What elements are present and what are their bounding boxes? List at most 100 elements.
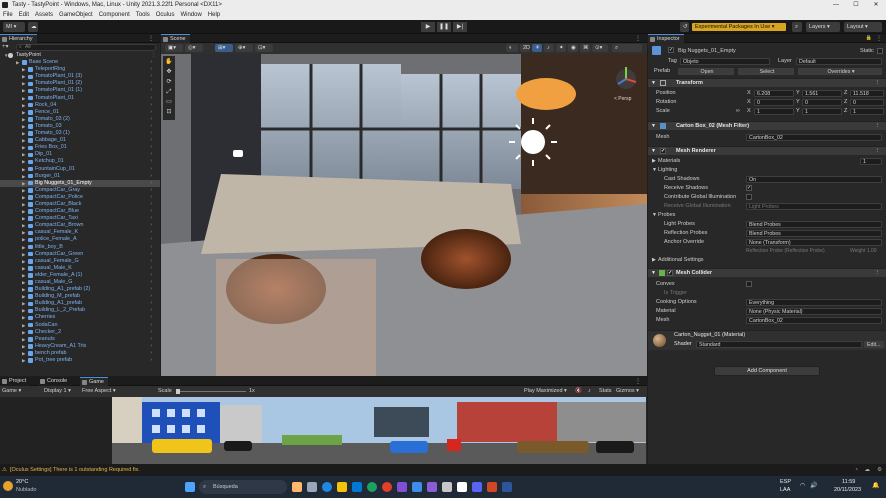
material-section[interactable]: Carton_Nugget_01 (Material) Shader Stand…	[648, 330, 886, 350]
expand-arrow-icon[interactable]: ▶	[22, 244, 25, 251]
mesh-object-field[interactable]: CartonBox_02	[746, 133, 882, 141]
expand-arrow-icon[interactable]: ▶	[22, 343, 25, 350]
lock-icon[interactable]: 🔒	[866, 35, 872, 41]
menu-assets[interactable]: Assets	[35, 10, 53, 20]
hierarchy-item[interactable]: ▶ TeleportRing ›	[0, 66, 160, 73]
expand-arrow-icon[interactable]: ▶	[16, 59, 19, 66]
expand-arrow-icon[interactable]: ▶	[22, 116, 25, 123]
expand-arrow-icon[interactable]: ▶	[22, 137, 25, 144]
pause-button[interactable]: ❚❚	[437, 22, 451, 32]
expand-arrow-icon[interactable]: ▶	[22, 130, 25, 137]
menu-file[interactable]: File	[3, 10, 13, 20]
persp-label[interactable]: < Persp	[614, 96, 632, 102]
expand-arrow-icon[interactable]: ▶	[22, 265, 25, 272]
chevron-right-icon[interactable]: ›	[150, 144, 152, 151]
chevron-right-icon[interactable]: ›	[150, 66, 152, 73]
effects-toggle-icon[interactable]: ✦	[556, 44, 566, 52]
scene-root-row[interactable]: ▼ TastyPoint ⋮	[0, 52, 160, 59]
rotation-z-field[interactable]: 0	[850, 98, 884, 106]
expand-arrow-icon[interactable]: ▶	[22, 293, 25, 300]
chevron-right-icon[interactable]: ›	[150, 130, 152, 137]
chevron-right-icon[interactable]: ›	[150, 95, 152, 102]
draw-mode-dropdown[interactable]: ▣▾	[165, 44, 183, 52]
chevron-right-icon[interactable]: ›	[150, 173, 152, 180]
chevron-right-icon[interactable]: ›	[150, 244, 152, 251]
hierarchy-item[interactable]: ▶ Fence_01 ›	[0, 109, 160, 116]
expand-arrow-icon[interactable]: ▶	[22, 314, 25, 321]
hierarchy-item[interactable]: ▶ CompactCar_Gray ›	[0, 187, 160, 194]
expand-arrow-icon[interactable]: ▶	[22, 80, 25, 87]
position-y-field[interactable]: 1.561	[802, 89, 842, 97]
expand-arrow-icon[interactable]: ▶	[22, 158, 25, 165]
layer-dropdown[interactable]: Default	[796, 57, 882, 65]
collapse-arrow-icon[interactable]: ▼	[652, 166, 657, 174]
camera-settings-icon[interactable]: ⌘	[580, 44, 590, 52]
hierarchy-item[interactable]: ▶ CompactCar_Blue ›	[0, 208, 160, 215]
volume-icon[interactable]: 🔊	[810, 482, 817, 489]
more-options-icon[interactable]: ⋮	[151, 52, 156, 59]
scale-link-icon[interactable]: ∞	[736, 107, 740, 115]
probes-section[interactable]: ▼ Probes	[648, 211, 886, 219]
powerpoint-icon[interactable]	[487, 482, 497, 492]
hierarchy-item[interactable]: ▶ Fries Box_01 ›	[0, 144, 160, 151]
layout-dropdown[interactable]: Layout ▾	[844, 22, 882, 32]
scene-search-input[interactable]: ⌕	[612, 44, 642, 52]
chevron-right-icon[interactable]: ›	[150, 87, 152, 94]
position-z-field[interactable]: 11.518	[850, 89, 884, 97]
rotate-tool-icon[interactable]: ⟳	[164, 77, 174, 87]
search-icon[interactable]: ⌕	[792, 22, 802, 32]
game-mode-dropdown[interactable]: Game ▾	[2, 386, 21, 397]
hierarchy-item[interactable]: ▶ bench prefab ›	[0, 350, 160, 357]
expand-arrow-icon[interactable]: ▶	[22, 336, 25, 343]
expand-arrow-icon[interactable]: ▶	[22, 350, 25, 357]
chevron-right-icon[interactable]: ›	[150, 314, 152, 321]
notification-icon[interactable]: 🔔	[872, 482, 879, 489]
snap-dropdown[interactable]: ⊡▾	[255, 44, 273, 52]
account-button[interactable]: MI ▾	[3, 22, 25, 32]
hierarchy-item[interactable]: ▶ CompactCar_Taxi ›	[0, 215, 160, 222]
hierarchy-search-input[interactable]: ⌕ All	[16, 44, 156, 51]
cloud-icon[interactable]: ☁	[28, 22, 38, 32]
expand-arrow-icon[interactable]: ▶	[22, 300, 25, 307]
hand-tool-icon[interactable]: ✋	[164, 57, 174, 67]
expand-arrow-icon[interactable]: ▶	[22, 109, 25, 116]
start-windows-icon[interactable]	[185, 482, 195, 492]
unity-icon[interactable]	[457, 482, 467, 492]
gizmos-dropdown[interactable]: Gizmos ▾	[616, 386, 639, 397]
expand-arrow-icon[interactable]: ▶	[22, 180, 25, 187]
tab-console[interactable]: Console	[38, 377, 72, 386]
undo-history-icon[interactable]: ↺	[680, 22, 689, 32]
scale-slider[interactable]	[176, 389, 246, 394]
store-icon[interactable]	[352, 482, 362, 492]
chevron-right-icon[interactable]: ›	[150, 201, 152, 208]
chevron-right-icon[interactable]: ›	[150, 300, 152, 307]
expand-arrow-icon[interactable]: ▶	[22, 201, 25, 208]
hierarchy-item[interactable]: ▶ Big Nuggets_01_Empty ›	[0, 179, 160, 187]
spotify-icon[interactable]	[367, 482, 377, 492]
cast-shadows-dropdown[interactable]: On	[746, 175, 882, 183]
scale-x-field[interactable]: 1	[754, 107, 794, 115]
chevron-right-icon[interactable]: ›	[150, 208, 152, 215]
menu-gameobject[interactable]: GameObject	[59, 10, 93, 20]
chevron-right-icon[interactable]: ›	[150, 336, 152, 343]
maximize-button[interactable]: ☐	[846, 0, 866, 10]
collapse-arrow-icon[interactable]: ▼	[651, 147, 656, 155]
display-dropdown[interactable]: Display 1 ▾	[44, 386, 71, 397]
chevron-right-icon[interactable]: ›	[150, 59, 152, 66]
expand-arrow-icon[interactable]: ▶	[22, 102, 25, 109]
hierarchy-item[interactable]: ▶ Building_A1_prefab ›	[0, 300, 160, 307]
scale-y-field[interactable]: 1	[802, 107, 842, 115]
chevron-right-icon[interactable]: ›	[150, 322, 152, 329]
expand-arrow-icon[interactable]: ▶	[22, 73, 25, 80]
expand-arrow-icon[interactable]: ▶	[22, 123, 25, 130]
receive-shadows-checkbox[interactable]: ✓	[746, 185, 752, 191]
hierarchy-item[interactable]: ▶ Ketchup_01 ›	[0, 158, 160, 165]
tab-inspector[interactable]: Inspector	[648, 34, 684, 43]
add-component-button[interactable]: Add Component	[714, 366, 820, 376]
clock-date[interactable]: 20/11/2023	[834, 487, 861, 493]
global-dropdown[interactable]: ⊕▾	[235, 44, 253, 52]
aspect-dropdown[interactable]: Free Aspect ▾	[82, 386, 116, 397]
active-checkbox[interactable]: ✓	[668, 47, 674, 53]
menu-tools[interactable]: Tools	[136, 10, 150, 20]
expand-arrow-icon[interactable]: ▶	[22, 357, 25, 364]
